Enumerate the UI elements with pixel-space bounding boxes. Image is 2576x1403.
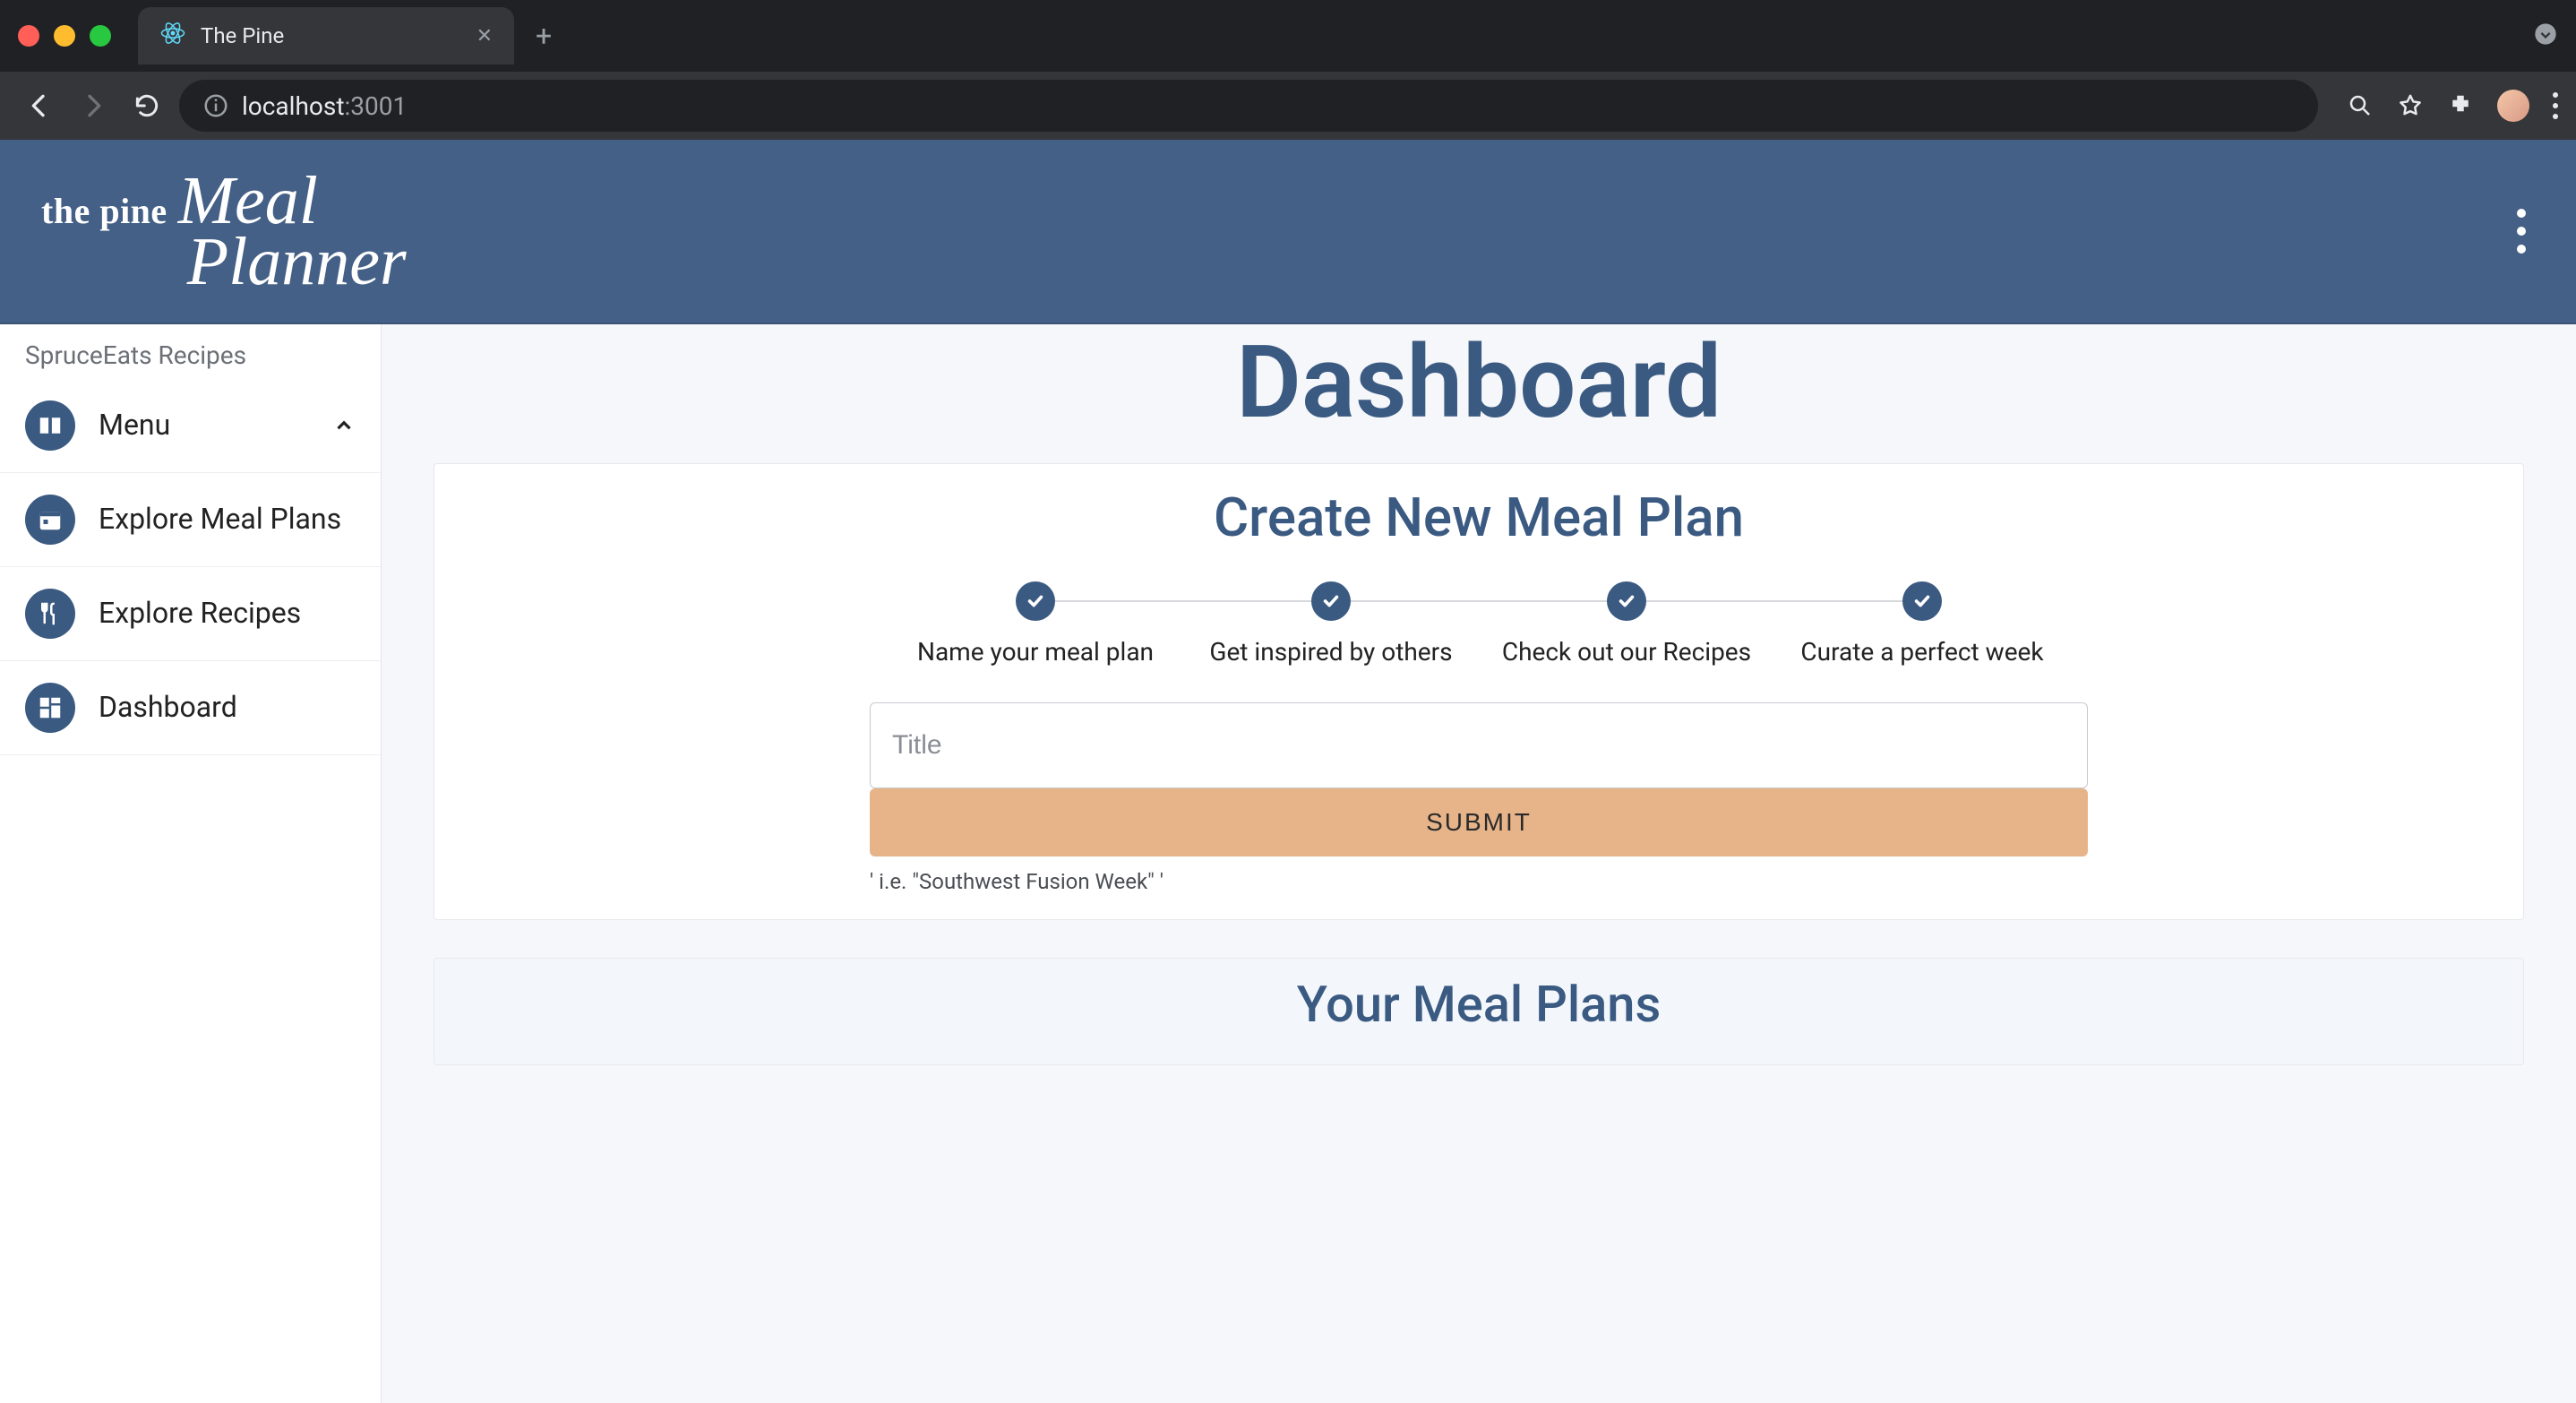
browser-tab-title: The Pine (201, 23, 462, 48)
window-maximize-icon[interactable] (90, 25, 111, 47)
window-controls (18, 25, 111, 47)
create-heading: Create New Meal Plan (434, 486, 2523, 549)
sidebar-item-explore-meal-plans[interactable]: Explore Meal Plans (0, 473, 381, 567)
submit-button[interactable]: SUBMIT (870, 788, 2088, 856)
dashboard-icon (25, 683, 75, 733)
browser-toolbar: localhost:3001 (0, 72, 2576, 140)
step-1: Name your meal plan (888, 581, 1183, 667)
brand-script-line1: Meal (178, 170, 407, 231)
menu-book-icon (25, 400, 75, 451)
your-meal-plans-card: Your Meal Plans (434, 958, 2524, 1065)
check-icon (1607, 581, 1646, 621)
check-icon (1902, 581, 1942, 621)
app-menu-button[interactable] (2508, 200, 2535, 263)
sidebar-item-menu[interactable]: Menu (0, 379, 381, 473)
react-favicon-icon (159, 20, 186, 52)
app-body: SpruceEats Recipes Menu Explore Meal Pla… (0, 324, 2576, 1403)
back-button[interactable] (18, 84, 61, 127)
app-root: the pine Meal Planner SpruceEats Recipes… (0, 140, 2576, 1403)
step-3: Check out our Recipes (1479, 581, 1774, 667)
utensils-icon (25, 589, 75, 639)
sidebar-eyebrow: SpruceEats Recipes (0, 324, 381, 379)
step-label: Check out our Recipes (1491, 637, 1762, 667)
calendar-icon (25, 495, 75, 545)
plans-heading: Your Meal Plans (434, 975, 2523, 1034)
sidebar-item-dashboard[interactable]: Dashboard (0, 661, 381, 755)
site-info-icon[interactable] (202, 92, 229, 119)
step-label: Curate a perfect week (1790, 637, 2054, 667)
sidebar-item-label: Explore Meal Plans (99, 501, 341, 538)
sidebar-item-label: Explore Recipes (99, 595, 301, 633)
chevron-up-icon (332, 414, 356, 437)
check-icon (1311, 581, 1351, 621)
extensions-icon[interactable] (2447, 92, 2474, 119)
helper-text: ' i.e. "Southwest Fusion Week" ' (870, 869, 2088, 894)
step-label: Name your meal plan (906, 637, 1164, 667)
chrome-dropdown-icon[interactable] (2533, 22, 2558, 50)
sidebar: SpruceEats Recipes Menu Explore Meal Pla… (0, 324, 382, 1403)
forward-button[interactable] (72, 84, 115, 127)
browser-tab-bar: The Pine ✕ + (0, 0, 2576, 72)
url-host: localhost (242, 91, 344, 121)
create-form: SUBMIT ' i.e. "Southwest Fusion Week" ' (870, 702, 2088, 894)
toolbar-right-icons (2347, 90, 2558, 122)
browser-tab[interactable]: The Pine ✕ (138, 7, 514, 65)
window-close-icon[interactable] (18, 25, 39, 47)
brand-prefix: the pine (41, 190, 167, 232)
sidebar-item-label: Dashboard (99, 689, 237, 727)
profile-avatar-icon[interactable] (2497, 90, 2529, 122)
brand-script-line2: Planner (187, 231, 407, 292)
chrome-menu-icon[interactable] (2553, 92, 2558, 119)
browser-chrome: The Pine ✕ + localhost:3001 (0, 0, 2576, 140)
stepper: Name your meal plan Get inspired by othe… (434, 581, 2523, 667)
address-text: localhost:3001 (242, 91, 407, 121)
address-bar[interactable]: localhost:3001 (179, 80, 2318, 132)
brand[interactable]: the pine Meal Planner (41, 170, 407, 293)
reload-button[interactable] (125, 84, 168, 127)
sidebar-item-label: Menu (99, 407, 170, 444)
sidebar-item-explore-recipes[interactable]: Explore Recipes (0, 567, 381, 661)
step-2: Get inspired by others (1183, 581, 1479, 667)
zoom-icon[interactable] (2347, 92, 2374, 119)
app-header: the pine Meal Planner (0, 140, 2576, 324)
page-title: Dashboard (382, 324, 2576, 442)
step-label: Get inspired by others (1198, 637, 1463, 667)
check-icon (1016, 581, 1055, 621)
url-port: :3001 (344, 91, 407, 121)
brand-script: Meal Planner (178, 170, 407, 293)
tab-close-icon[interactable]: ✕ (477, 25, 493, 47)
meal-plan-title-input[interactable] (870, 702, 2088, 788)
window-minimize-icon[interactable] (54, 25, 75, 47)
new-tab-button[interactable]: + (536, 19, 552, 53)
bookmark-star-icon[interactable] (2397, 92, 2424, 119)
step-4: Curate a perfect week (1774, 581, 2070, 667)
create-meal-plan-card: Create New Meal Plan Name your meal plan (434, 463, 2524, 920)
main-content: Dashboard Create New Meal Plan Name your… (382, 324, 2576, 1403)
